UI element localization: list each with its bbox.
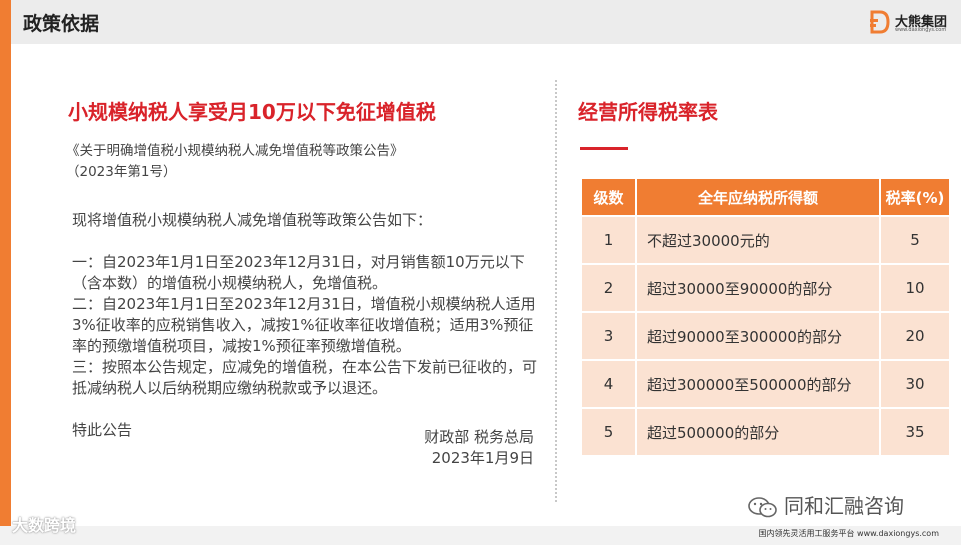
cell-rate: 5 [879, 215, 951, 265]
cell-amount: 超过30000至90000的部分 [635, 263, 881, 313]
table-row: 1 不超过30000元的 5 [580, 215, 951, 265]
table-header-row: 级数 全年应纳税所得额 税率(%) [580, 177, 951, 217]
header-amount: 全年应纳税所得额 [635, 177, 881, 217]
page-title: 政策依据 [23, 13, 100, 35]
cell-level: 2 [580, 263, 637, 313]
table-row: 5 超过500000的部分 35 [580, 407, 951, 457]
policy-intro: 现将增值税小规模纳税人减免增值税等政策公告如下： [72, 211, 433, 229]
policy-signature: 财政部 税务总局 [424, 428, 534, 446]
footer-tagline: 国内领先灵活用工服务平台 www.daxiongys.com [758, 529, 940, 538]
brand-logo: 大熊集团 www.daxiongys.com [870, 10, 955, 36]
wechat-name: 同和汇融咨询 [784, 494, 904, 518]
title-underline [580, 147, 628, 150]
cell-level: 5 [580, 407, 637, 457]
header-level: 级数 [580, 177, 637, 217]
left-accent-strip [0, 0, 11, 526]
header-rate: 税率(%) [879, 177, 951, 217]
cell-rate: 35 [879, 407, 951, 457]
cell-amount: 不超过30000元的 [635, 215, 881, 265]
cell-rate: 30 [879, 359, 951, 409]
cell-amount: 超过500000的部分 [635, 407, 881, 457]
table-row: 2 超过30000至90000的部分 10 [580, 263, 951, 313]
policy-title: 小规模纳税人享受月10万以下免征增值税 [68, 100, 436, 124]
wechat-icon [748, 496, 777, 517]
document-name: 《关于明确增值税小规模纳税人减免增值税等政策公告》 [66, 143, 404, 159]
policy-date: 2023年1月9日 [431, 449, 534, 467]
cell-rate: 10 [879, 263, 951, 313]
cell-level: 1 [580, 215, 637, 265]
tax-table-title: 经营所得税率表 [578, 100, 718, 124]
table-row: 4 超过300000至500000的部分 30 [580, 359, 951, 409]
cell-level: 4 [580, 359, 637, 409]
cell-level: 3 [580, 311, 637, 361]
policy-body: 现将增值税小规模纳税人减免增值税等政策公告如下： 一：自2023年1月1日至20… [72, 210, 542, 441]
cell-amount: 超过300000至500000的部分 [635, 359, 881, 409]
logo-d-icon [870, 10, 890, 34]
policy-clause-3: 三：按照本公告规定，应减免的增值税，在本公告下发前已征收的，可抵减纳税人以后纳税… [72, 358, 538, 397]
header-bar [0, 0, 961, 44]
cell-amount: 超过90000至300000的部分 [635, 311, 881, 361]
cell-rate: 20 [879, 311, 951, 361]
wechat-account: 同和汇融咨询 [748, 490, 904, 519]
tax-rate-table: 级数 全年应纳税所得额 税率(%) 1 不超过30000元的 5 2 超过300… [580, 177, 951, 457]
policy-clause-1: 一：自2023年1月1日至2023年12月31日，对月销售额10万元以下（含本数… [72, 253, 525, 292]
column-divider [555, 80, 557, 502]
watermark: 大数跨境 [12, 516, 77, 535]
document-number: （2023年第1号） [66, 164, 177, 180]
logo-url: www.daxiongys.com [895, 27, 947, 33]
policy-clause-2: 二：自2023年1月1日至2023年12月31日，增值税小规模纳税人适用3%征收… [72, 295, 536, 355]
table-row: 3 超过90000至300000的部分 20 [580, 311, 951, 361]
